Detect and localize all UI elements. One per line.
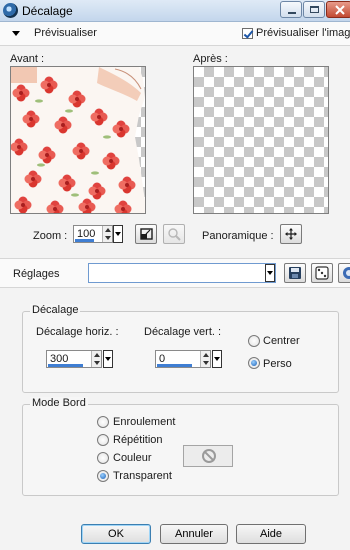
edge-mode-group-title: Mode Bord <box>30 397 88 409</box>
zoom-label: Zoom : <box>33 230 68 242</box>
magnifier-icon <box>168 228 181 241</box>
maximize-button[interactable] <box>303 1 325 18</box>
vertical-offset-spin-arrows[interactable] <box>200 351 210 367</box>
preview-image-checkbox[interactable] <box>242 28 253 39</box>
reset-button[interactable] <box>338 263 350 283</box>
pan-move-icon <box>285 228 297 240</box>
before-preview-image <box>11 67 145 213</box>
horizontal-offset-spin-arrows[interactable] <box>91 351 101 367</box>
horizontal-offset-label: Décalage horiz. : <box>36 326 119 338</box>
center-radio-label[interactable]: Centrer <box>263 335 300 347</box>
vertical-offset-underline <box>157 364 192 367</box>
custom-radio-label[interactable]: Perso <box>263 358 292 370</box>
preview-header: Prévisualiser Prévisualiser l'image <box>0 22 350 46</box>
transparent-radio-label[interactable]: Transparent <box>113 470 172 482</box>
wrap-radio[interactable] <box>97 416 109 428</box>
custom-radio[interactable] <box>248 357 260 369</box>
repeat-radio-label[interactable]: Répétition <box>113 434 163 446</box>
cancel-button[interactable]: Annuler <box>160 524 228 544</box>
app-icon <box>3 3 18 18</box>
presets-label: Réglages <box>13 268 60 280</box>
maximize-icon <box>310 6 319 13</box>
center-radio[interactable] <box>248 335 260 347</box>
close-button[interactable] <box>326 1 350 18</box>
edge-mode-group <box>22 404 339 496</box>
edge-color-swatch[interactable] <box>183 445 233 467</box>
title-bar: Décalage <box>0 0 350 22</box>
offset-group-title: Décalage <box>30 304 81 316</box>
pan-label: Panoramique : <box>202 230 274 242</box>
presets-select[interactable] <box>88 263 276 283</box>
close-icon <box>335 5 345 15</box>
window-title: Décalage <box>22 4 73 18</box>
collapse-preview-icon[interactable] <box>12 31 20 36</box>
zoom-spin-arrows[interactable] <box>102 226 112 242</box>
wrap-radio-label[interactable]: Enroulement <box>113 416 175 428</box>
randomize-button[interactable] <box>311 263 333 283</box>
zoom-dropdown-button[interactable] <box>113 225 123 243</box>
help-button[interactable]: Aide <box>236 524 306 544</box>
pan-button[interactable] <box>280 224 302 244</box>
fit-to-window-button[interactable] <box>135 224 157 244</box>
vertical-offset-spinbox[interactable]: 0 <box>155 350 211 368</box>
minimize-button[interactable] <box>280 1 302 18</box>
horizontal-offset-dropdown-button[interactable] <box>103 350 113 368</box>
randomize-dice-icon <box>315 266 329 280</box>
repeat-radio[interactable] <box>97 434 109 446</box>
presets-dropdown-button[interactable] <box>265 264 275 282</box>
save-preset-icon <box>289 267 301 279</box>
minimize-icon <box>288 12 296 14</box>
before-preview-pane[interactable] <box>10 66 146 214</box>
zoom-spinbox[interactable]: 100 <box>73 225 113 243</box>
before-label: Avant : <box>10 53 45 65</box>
horizontal-offset-underline <box>48 364 83 367</box>
preview-section-label: Prévisualiser <box>34 27 97 39</box>
after-preview-pane[interactable] <box>193 66 329 214</box>
preview-image-checkbox-label[interactable]: Prévisualiser l'image <box>256 27 350 39</box>
ok-button[interactable]: OK <box>81 524 151 544</box>
color-radio[interactable] <box>97 452 109 464</box>
after-label: Après : <box>193 53 228 65</box>
vertical-offset-label: Décalage vert. : <box>144 326 222 338</box>
zoom-value-underline <box>75 239 94 242</box>
fit-to-window-icon <box>140 228 153 240</box>
zoom-tool-button[interactable] <box>163 224 185 244</box>
vertical-offset-dropdown-button[interactable] <box>212 350 222 368</box>
save-preset-button[interactable] <box>284 263 306 283</box>
reset-icon <box>343 267 350 279</box>
transparent-radio[interactable] <box>97 470 109 482</box>
horizontal-offset-spinbox[interactable]: 300 <box>46 350 102 368</box>
color-radio-label[interactable]: Couleur <box>113 452 152 464</box>
no-color-icon <box>202 449 216 463</box>
